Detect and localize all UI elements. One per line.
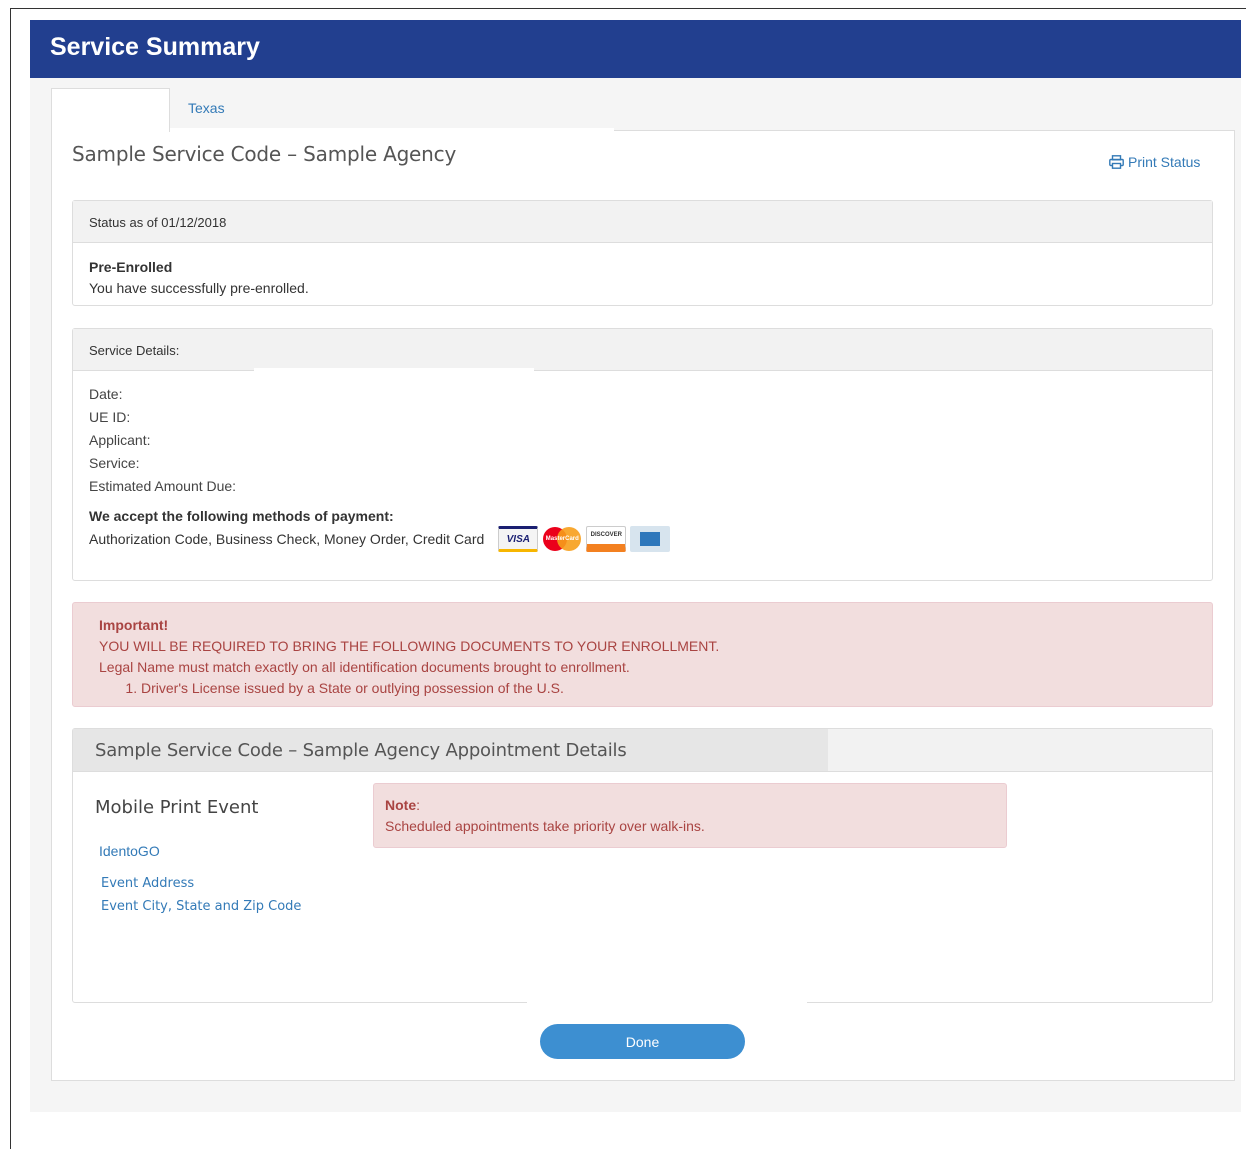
visa-icon: VISA: [498, 526, 539, 552]
detail-date: Date:: [89, 386, 123, 402]
service-details-heading: Service Details:: [73, 329, 1212, 371]
note-label: Note: [385, 797, 417, 813]
important-alert: Important! YOU WILL BE REQUIRED TO BRING…: [72, 602, 1213, 707]
mastercard-icon: MasterCard: [542, 526, 583, 552]
payment-heading: We accept the following methods of payme…: [89, 508, 394, 524]
print-status-link[interactable]: Print Status: [1109, 154, 1200, 170]
appointment-header: Sample Service Code – Sample Agency Appo…: [73, 729, 1212, 772]
print-status-label: Print Status: [1128, 154, 1201, 170]
status-value: Pre-Enrolled: [89, 259, 173, 275]
payment-row: Authorization Code, Business Check, Mone…: [89, 526, 1196, 552]
tab-texas[interactable]: Texas: [188, 100, 225, 116]
status-panel: Status as of 01/12/2018 Pre-Enrolled You…: [72, 200, 1213, 306]
important-line-1: YOU WILL BE REQUIRED TO BRING THE FOLLOW…: [99, 638, 720, 654]
required-documents-list: Driver's License issued by a State or ou…: [99, 678, 1186, 699]
redaction-bar: [527, 1002, 807, 1005]
header-bar: Service Summary: [30, 20, 1241, 78]
appointment-panel: Sample Service Code – Sample Agency Appo…: [72, 728, 1213, 1003]
tab-blank[interactable]: [51, 88, 170, 132]
amex-icon: [630, 526, 671, 552]
note-text: Scheduled appointments take priority ove…: [385, 818, 705, 834]
event-address-line-2: Event City, State and Zip Code: [101, 899, 302, 914]
header-title: Service Summary: [50, 33, 260, 61]
event-title: Mobile Print Event: [95, 797, 259, 818]
detail-service: Service:: [89, 455, 140, 471]
detail-applicant: Applicant:: [89, 432, 151, 448]
provider-link[interactable]: IdentoGO: [99, 843, 160, 859]
done-button[interactable]: Done: [540, 1024, 745, 1059]
status-heading: Status as of 01/12/2018: [73, 201, 1212, 243]
appointment-heading: Sample Service Code – Sample Agency Appo…: [73, 729, 828, 771]
required-document-item: Driver's License issued by a State or ou…: [141, 678, 1186, 699]
event-address[interactable]: Event Address Event City, State and Zip …: [101, 872, 301, 918]
detail-amount-due: Estimated Amount Due:: [89, 478, 237, 494]
important-line-2: Legal Name must match exactly on all ide…: [99, 659, 630, 675]
page-title: Sample Service Code – Sample Agency: [72, 142, 457, 166]
important-title: Important!: [99, 617, 169, 633]
payment-methods: Authorization Code, Business Check, Mone…: [89, 530, 485, 547]
redaction-bar: [254, 368, 534, 371]
printer-icon: [1109, 155, 1124, 169]
detail-ue-id: UE ID:: [89, 409, 131, 425]
status-message: You have successfully pre-enrolled.: [89, 280, 309, 296]
card-logos: VISA MasterCard DISCOVER: [498, 526, 671, 552]
note-alert: Note: Scheduled appointments take priori…: [373, 783, 1007, 848]
service-details-panel: Service Details: Date: UE ID: Applicant:…: [72, 328, 1213, 581]
tab-active-indicator: [52, 129, 169, 132]
discover-icon: DISCOVER: [586, 526, 627, 552]
tab-divider-mask: [170, 128, 614, 131]
event-address-line-1: Event Address: [101, 876, 195, 891]
